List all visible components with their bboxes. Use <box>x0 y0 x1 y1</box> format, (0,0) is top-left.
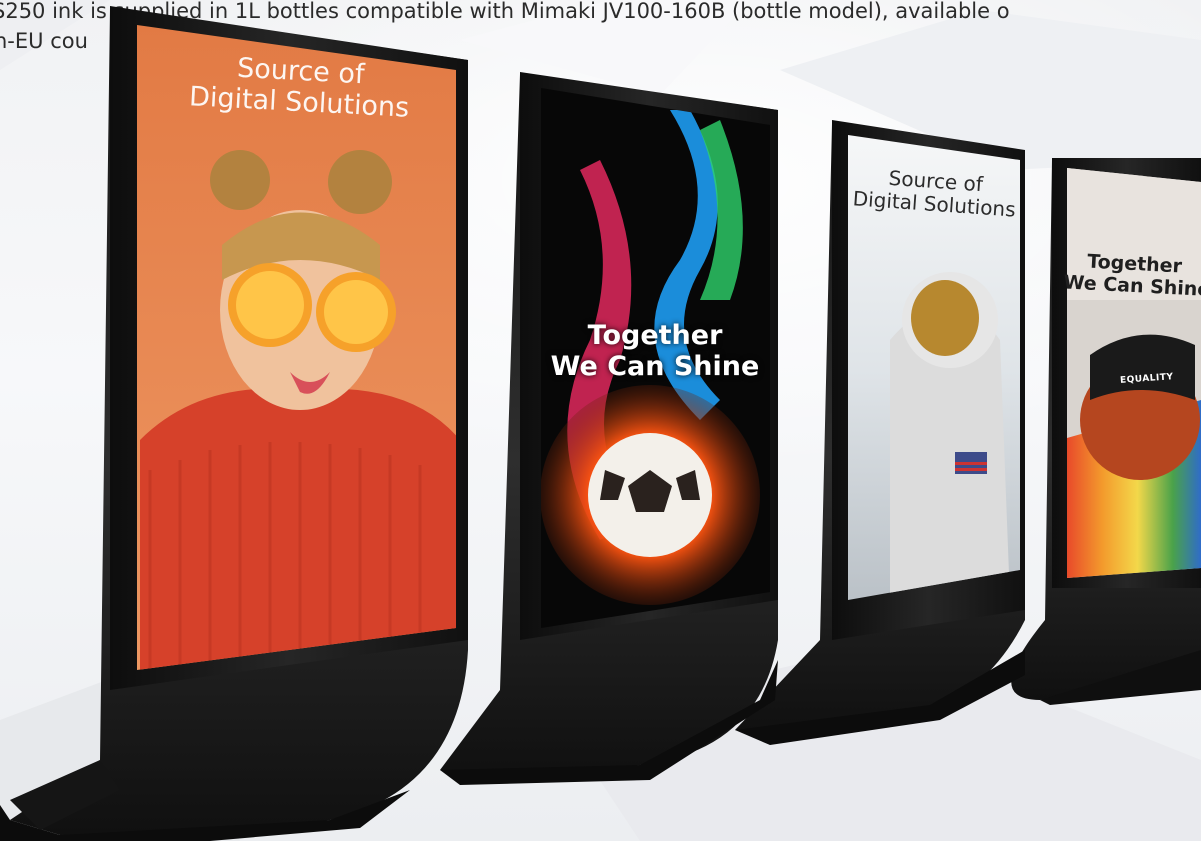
stand-4 <box>1011 158 1201 705</box>
screen-4-headline: Together We Can Shine <box>1063 250 1201 301</box>
screen-2-headline: Together We Can Shine <box>540 320 770 382</box>
screen-2-line-1: Together <box>587 320 723 351</box>
digital-signage-stands <box>0 6 1201 841</box>
stand-1 <box>0 6 468 841</box>
screen-2-line-2: We Can Shine <box>550 351 760 383</box>
stand-2 <box>440 72 778 785</box>
